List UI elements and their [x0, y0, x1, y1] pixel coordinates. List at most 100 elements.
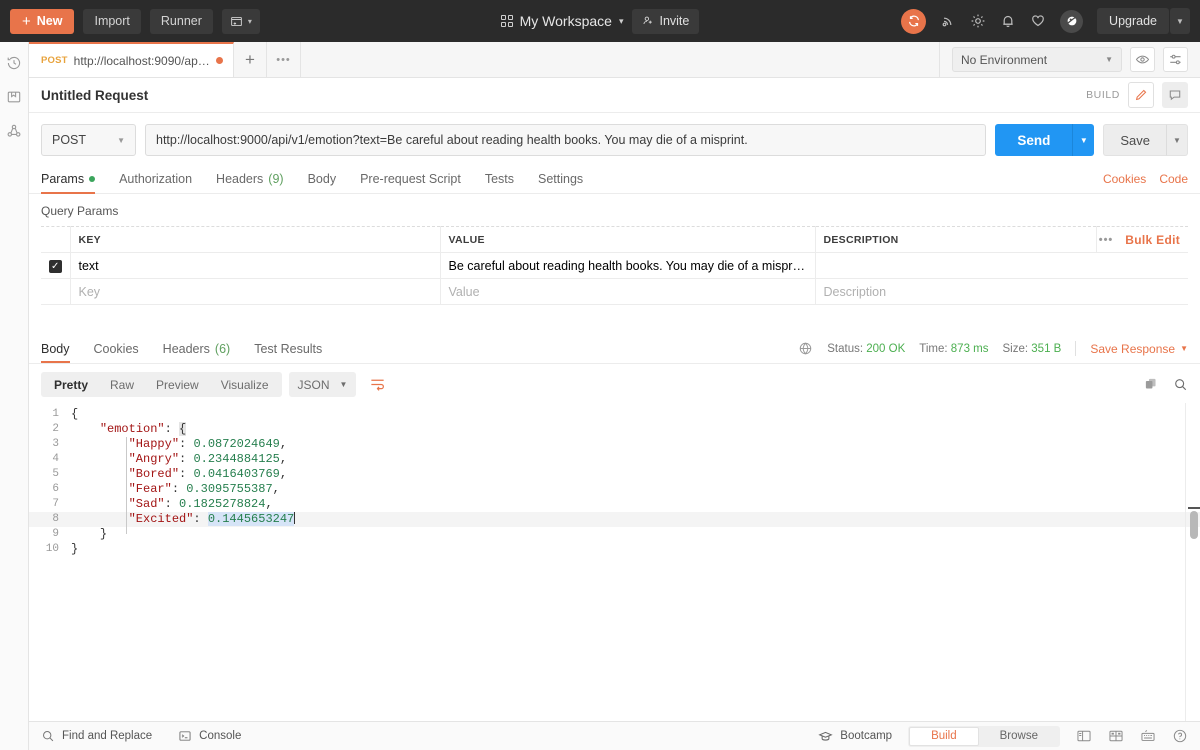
planet-icon[interactable] [1060, 9, 1084, 33]
code-line: 3 "Happy": 0.0872024649, [29, 437, 1200, 452]
top-bar-actions: Upgrade ▼ [901, 8, 1190, 34]
environment-settings-button[interactable] [1163, 47, 1188, 72]
import-button[interactable]: Import [83, 8, 141, 34]
row-description[interactable] [814, 252, 1188, 279]
history-icon[interactable] [6, 55, 22, 71]
mode-browse[interactable]: Browse [979, 727, 1059, 746]
save-response-button[interactable]: Save Response ▼ [1090, 342, 1188, 356]
status-bar: Find and Replace Console Bootcamp Build … [29, 721, 1200, 750]
chevron-down-icon: ▼ [1180, 344, 1188, 353]
size-label: Size: [1002, 342, 1029, 355]
new-row-description-input[interactable]: Description [814, 278, 1188, 305]
workspace-selector[interactable]: My Workspace ▾ [500, 13, 623, 29]
line-number: 2 [52, 423, 59, 435]
send-button[interactable]: Send [995, 124, 1073, 156]
code-fold-guide [126, 437, 127, 534]
new-row-key-input[interactable]: Key [69, 278, 441, 305]
code-line: 8 "Excited": 0.1445653247 [29, 512, 1200, 527]
layout-icon[interactable] [1108, 728, 1124, 744]
heart-icon[interactable] [1030, 13, 1046, 29]
word-wrap-icon [369, 376, 386, 393]
params-more-options-button[interactable]: ••• [1099, 234, 1114, 246]
request-tab-url: http://localhost:9090/api/V1/b... [73, 53, 210, 68]
save-button[interactable]: Save [1103, 124, 1166, 156]
keyboard-icon[interactable] [1140, 728, 1156, 744]
tab-options-button[interactable]: ••• [267, 42, 301, 77]
view-mode-pretty[interactable]: Pretty [43, 374, 99, 395]
help-icon[interactable] [1172, 728, 1188, 744]
console-button[interactable]: Console [178, 729, 241, 743]
status-value: 200 OK [866, 342, 906, 355]
bootcamp-button[interactable]: Bootcamp [818, 729, 892, 744]
mode-build[interactable]: Build [909, 726, 979, 746]
response-body-viewer[interactable]: 1{2 "emotion": {3 "Happy": 0.0872024649,… [29, 403, 1200, 721]
size-value: 351 B [1031, 342, 1062, 355]
tab-headers[interactable]: Headers (9) [216, 165, 284, 194]
view-mode-preview[interactable]: Preview [145, 374, 210, 395]
code-line-text: "Excited": 0.1445653247 [128, 512, 296, 526]
word-wrap-button[interactable] [363, 372, 391, 397]
edit-request-button[interactable] [1128, 82, 1154, 108]
response-tab-headers-count: (6) [214, 341, 231, 356]
new-window-button[interactable]: ▾ [221, 8, 260, 34]
http-method-label: POST [52, 133, 87, 147]
request-section-tabs: Params Authorization Headers (9) Body Pr… [29, 165, 1200, 194]
environment-selector[interactable]: No Environment ▼ [952, 47, 1122, 72]
response-tab-headers[interactable]: Headers (6) [163, 334, 231, 363]
comment-button[interactable] [1162, 82, 1188, 108]
new-row-value-input[interactable]: Value [439, 278, 816, 305]
save-options-caret-icon[interactable]: ▼ [1166, 124, 1188, 156]
tab-pre-request-script[interactable]: Pre-request Script [360, 165, 461, 194]
tab-params[interactable]: Params [41, 165, 96, 194]
code-line: 6 "Fear": 0.3095755387, [29, 482, 1200, 497]
invite-button[interactable]: Invite [632, 8, 700, 34]
cookies-link[interactable]: Cookies [1103, 172, 1146, 186]
bulk-edit-button[interactable]: Bulk Edit [1125, 233, 1180, 247]
collections-icon[interactable] [6, 89, 22, 105]
code-line-text: { [71, 407, 79, 421]
two-pane-icon[interactable] [1076, 728, 1092, 744]
bell-icon[interactable] [1000, 13, 1016, 29]
row-checkbox-cell: ✓ [41, 252, 71, 279]
tab-body[interactable]: Body [308, 165, 337, 194]
code-line: 5 "Bored": 0.0416403769, [29, 467, 1200, 482]
search-icon[interactable] [1173, 377, 1188, 392]
copy-icon[interactable] [1144, 377, 1159, 392]
tab-authorization[interactable]: Authorization [119, 165, 192, 194]
find-and-replace-button[interactable]: Find and Replace [41, 729, 152, 743]
row-checkbox[interactable]: ✓ [48, 260, 62, 273]
send-options-caret-icon[interactable]: ▼ [1072, 124, 1095, 156]
response-tab-cookies[interactable]: Cookies [94, 334, 139, 363]
upgrade-caret-icon[interactable]: ▼ [1170, 8, 1190, 34]
line-number: 9 [52, 528, 59, 540]
new-button[interactable]: + New [10, 8, 75, 34]
response-tab-body[interactable]: Body [41, 334, 70, 363]
url-input[interactable]: http://localhost:9000/api/v1/emotion?tex… [145, 124, 987, 156]
new-tab-button[interactable]: + [234, 42, 267, 77]
workspace-label: My Workspace [519, 13, 612, 29]
sync-icon[interactable] [901, 8, 927, 34]
chevron-down-icon: ▼ [117, 135, 125, 145]
response-format-bar: Pretty Raw Preview Visualize JSON ▼ [29, 364, 1200, 403]
upgrade-button[interactable]: Upgrade [1097, 8, 1169, 34]
row-value[interactable]: Be careful about reading health books. Y… [439, 252, 816, 279]
response-scrollbar[interactable] [1190, 511, 1198, 539]
tab-tests[interactable]: Tests [485, 165, 514, 194]
view-mode-raw[interactable]: Raw [99, 374, 145, 395]
bootcamp-label: Bootcamp [840, 730, 893, 742]
satellite-icon[interactable] [940, 13, 956, 29]
apis-icon[interactable] [6, 123, 22, 139]
view-mode-visualize[interactable]: Visualize [210, 374, 280, 395]
top-bar: + New Import Runner ▾ My Workspace ▾ Inv… [0, 0, 1200, 42]
runner-button[interactable]: Runner [149, 8, 213, 34]
request-tab-method: POST [41, 55, 68, 66]
request-tab[interactable]: POST http://localhost:9090/api/V1/b... [29, 42, 234, 77]
http-method-selector[interactable]: POST ▼ [41, 124, 136, 156]
tab-settings[interactable]: Settings [538, 165, 583, 194]
code-link[interactable]: Code [1159, 172, 1188, 186]
environment-quick-look-button[interactable] [1130, 47, 1155, 72]
response-tab-test-results[interactable]: Test Results [254, 334, 322, 363]
gear-icon[interactable] [970, 13, 986, 29]
row-key[interactable]: text [69, 252, 441, 279]
response-format-selector[interactable]: JSON ▼ [288, 372, 357, 397]
